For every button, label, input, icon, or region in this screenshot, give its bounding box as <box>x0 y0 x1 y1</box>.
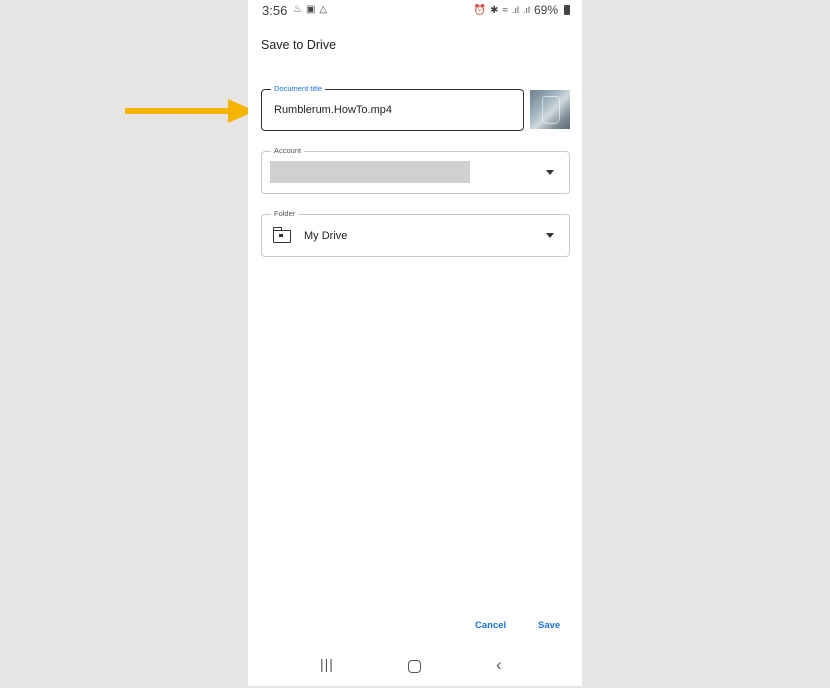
gallery-icon: ▣ <box>305 4 316 15</box>
account-label: Account <box>271 145 305 157</box>
battery-percent: 69% <box>533 3 558 17</box>
drive-icon: △ <box>319 4 328 15</box>
document-title-label: Document title <box>271 83 325 95</box>
phone-screen: 3:56 ♨ ▣ △ ⏰ ✱ ≈ .ıl .ıl 69% Save to Dri… <box>248 0 582 686</box>
back-nav-icon[interactable]: ‹ <box>496 655 502 675</box>
folder-label: Folder <box>271 208 299 220</box>
wifi-icon: ≈ <box>502 4 508 16</box>
status-time: 3:56 <box>262 3 288 18</box>
dialog-title: Save to Drive <box>261 38 337 52</box>
folder-dropdown[interactable]: Folder My Drive <box>261 208 570 257</box>
alarm-icon: ⏰ <box>473 4 487 16</box>
folder-value: My Drive <box>304 230 348 242</box>
signal-icon: .ıl <box>522 5 530 15</box>
document-title-input[interactable]: Rumblerum.HowTo.mp4 <box>274 104 392 116</box>
save-button[interactable]: Save <box>538 620 560 631</box>
video-thumbnail <box>530 90 570 129</box>
account-value-redacted <box>270 161 470 183</box>
folder-icon <box>272 227 291 243</box>
dropdown-arrow-icon[interactable] <box>546 233 554 238</box>
bluetooth-icon: ✱ <box>490 4 499 16</box>
status-bar: 3:56 ♨ ▣ △ ⏰ ✱ ≈ .ıl .ıl 69% <box>248 0 582 22</box>
notification-icon: ♨ <box>293 4 302 15</box>
annotation-arrow <box>125 99 255 123</box>
document-title-field[interactable]: Document title Rumblerum.HowTo.mp4 <box>261 83 524 131</box>
recents-nav-icon[interactable]: ||| <box>320 656 334 672</box>
signal-icon: .ıl <box>511 5 519 15</box>
battery-icon <box>564 5 570 15</box>
dropdown-arrow-icon[interactable] <box>546 170 554 175</box>
cancel-button[interactable]: Cancel <box>475 620 506 631</box>
home-nav-icon[interactable] <box>408 660 421 673</box>
account-dropdown[interactable]: Account <box>261 145 570 194</box>
